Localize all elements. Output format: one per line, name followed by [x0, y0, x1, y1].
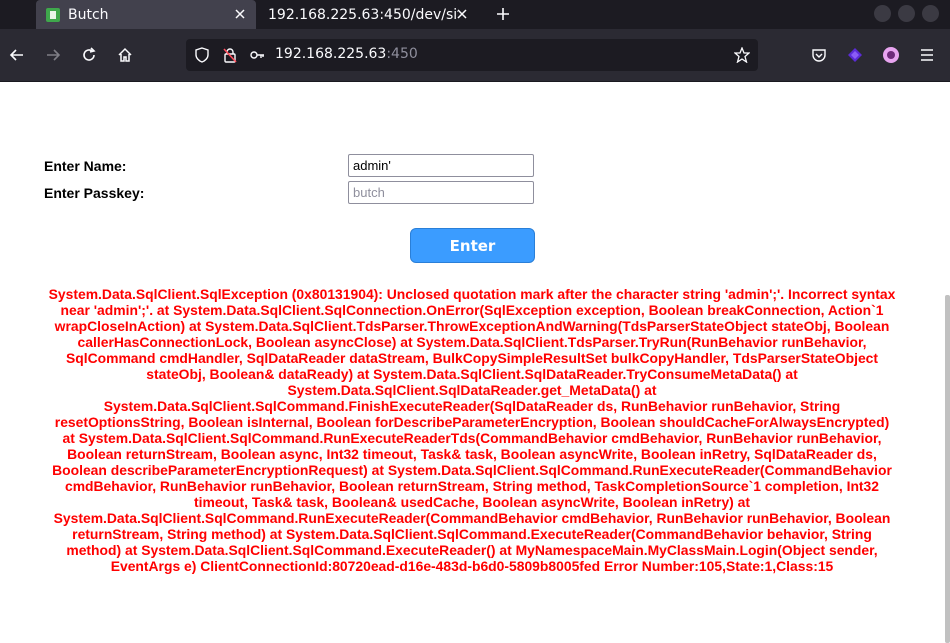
error-line: method) at System.Data.SqlClient.SqlComm…	[66, 542, 878, 558]
name-input[interactable]	[348, 154, 534, 177]
error-line: Boolean describeParameterEncryptionReque…	[52, 462, 892, 478]
navigation-bar: 192.168.225.63:450	[0, 29, 950, 82]
error-line: callerHasConnectionLock, Boolean asyncCl…	[77, 334, 867, 350]
green-square-favicon	[45, 7, 61, 23]
error-line: at System.Data.SqlClient.SqlCommand.RunE…	[62, 430, 882, 446]
error-line: Boolean returnStream, Boolean async, Int…	[67, 446, 877, 462]
pocket-icon[interactable]	[810, 46, 828, 64]
error-line: SqlCommand cmdHandler, SqlDataReader dat…	[65, 350, 879, 366]
error-line: timeout, Task& task, Boolean& usedCache,…	[193, 494, 751, 510]
error-line: System.Data.SqlClient.SqlCommand.FinishE…	[103, 398, 841, 414]
maximize-button[interactable]	[898, 5, 915, 22]
close-icon[interactable]	[454, 6, 470, 22]
passkey-label: Enter Passkey:	[44, 185, 145, 201]
tab-title: 192.168.225.63:450/dev/site.	[268, 6, 458, 23]
profile-icon[interactable]	[882, 46, 900, 64]
tab-bar: Butch 192.168.225.63:450/dev/site.	[0, 0, 950, 29]
error-line: stateObj, Boolean& dataReady) at System.…	[146, 366, 798, 382]
bookmark-star-icon[interactable]	[734, 47, 750, 63]
error-line: near 'admin';'. at System.Data.SqlClient…	[60, 302, 884, 318]
error-line: returnStream, String method) at System.D…	[72, 526, 872, 542]
tab-butch[interactable]: Butch	[36, 0, 256, 29]
scrollbar[interactable]	[945, 295, 950, 643]
page-content: Enter Name: Enter Passkey: Enter System.…	[0, 82, 950, 643]
shield-icon[interactable]	[194, 47, 210, 63]
error-line: EventArgs e) ClientConnectionId:80720ead…	[110, 558, 834, 574]
minimize-button[interactable]	[874, 5, 891, 22]
close-window-button[interactable]	[922, 5, 939, 22]
key-icon[interactable]	[249, 47, 265, 63]
back-arrow-icon[interactable]	[8, 46, 26, 64]
forward-arrow-icon[interactable]	[44, 46, 62, 64]
reload-icon[interactable]	[80, 46, 98, 64]
menu-icon[interactable]	[918, 46, 936, 64]
error-line: System.Data.SqlClient.SqlException (0x80…	[48, 286, 896, 302]
name-label: Enter Name:	[44, 158, 127, 174]
tab-dev-site[interactable]: 192.168.225.63:450/dev/site.	[258, 0, 478, 29]
url-port: :450	[386, 46, 418, 62]
enter-button[interactable]: Enter	[410, 228, 535, 263]
error-line: resetOptionsString, Boolean isInternal, …	[54, 414, 890, 430]
extension-icon[interactable]	[846, 46, 864, 64]
error-line: cmdBehavior, RunBehavior runBehavior, Bo…	[64, 478, 880, 494]
url-text[interactable]: 192.168.225.63:450	[275, 46, 418, 62]
url-host: 192.168.225.63	[275, 46, 387, 62]
sql-error-message: System.Data.SqlClient.SqlException (0x80…	[40, 286, 904, 574]
plus-icon[interactable]	[494, 5, 512, 23]
error-line: System.Data.SqlClient.SqlCommand.RunExec…	[53, 510, 891, 526]
home-icon[interactable]	[116, 46, 134, 64]
insecure-lock-icon[interactable]	[222, 47, 238, 63]
tab-title: Butch	[68, 6, 109, 23]
passkey-input[interactable]	[348, 181, 534, 204]
url-bar[interactable]: 192.168.225.63:450	[186, 39, 758, 71]
error-line: wrapCloseInAction) at System.Data.SqlCli…	[54, 318, 890, 334]
close-icon[interactable]	[232, 6, 248, 22]
error-line: System.Data.SqlClient.SqlDataReader.get_…	[287, 382, 657, 398]
